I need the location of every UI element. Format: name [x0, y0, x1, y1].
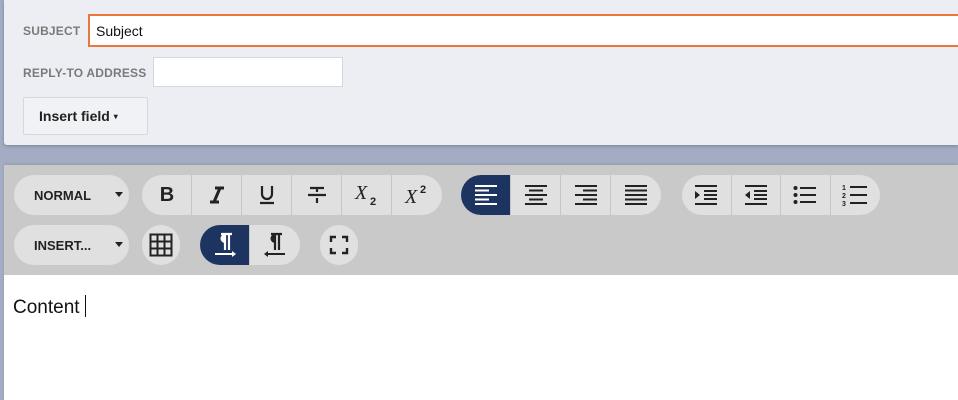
align-justify-icon: [625, 185, 647, 205]
text-style-group: B X2 X2: [142, 175, 442, 215]
editor-content-area[interactable]: Content: [13, 295, 86, 319]
bold-icon: B: [159, 185, 173, 205]
insert-dropdown-label: INSERT...: [34, 237, 92, 253]
underline-button[interactable]: [242, 175, 292, 215]
editor-toolbar: NORMAL B X2 X2 1 2 3 INSERT...: [4, 165, 958, 275]
numbered-list-button[interactable]: 123: [831, 175, 881, 215]
subscript-button[interactable]: X2: [342, 175, 392, 215]
fullscreen-button[interactable]: [320, 225, 358, 265]
svg-text:X: X: [404, 186, 418, 207]
list-indent-group: 123: [682, 175, 880, 215]
strikethrough-button[interactable]: [292, 175, 342, 215]
message-header-panel: SUBJECT REPLY-TO ADDRESS Insert field▾: [4, 0, 958, 145]
svg-text:1: 1: [842, 185, 846, 192]
ltr-direction-icon: [214, 232, 236, 257]
fullscreen-group: [320, 225, 358, 265]
text-direction-group: [200, 225, 300, 265]
subject-input[interactable]: [88, 14, 958, 47]
indent-button[interactable]: [682, 175, 732, 215]
insert-field-button[interactable]: Insert field ▾: [23, 97, 148, 135]
svg-text:2: 2: [370, 196, 376, 207]
strikethrough-icon: [307, 186, 326, 203]
align-left-button[interactable]: [461, 175, 511, 215]
italic-icon: [209, 186, 224, 204]
subject-label: SUBJECT: [23, 24, 81, 38]
chevron-down-icon: [115, 242, 123, 247]
svg-text:3: 3: [842, 201, 846, 207]
rich-text-editor: NORMAL B X2 X2 1 2 3 INSERT... Content: [4, 165, 958, 400]
svg-text:X: X: [354, 183, 368, 204]
reply-to-label: REPLY-TO ADDRESS: [23, 66, 147, 80]
table-group: [142, 225, 180, 265]
svg-text:2: 2: [420, 184, 426, 196]
bullet-list-icon: [793, 186, 817, 204]
outdent-button[interactable]: [732, 175, 781, 215]
align-center-button[interactable]: [511, 175, 561, 215]
align-left-icon: [474, 185, 497, 205]
svg-text:2: 2: [842, 193, 846, 200]
superscript-icon: X2: [404, 184, 426, 207]
underline-icon: [259, 186, 274, 205]
outdent-icon: [744, 185, 767, 205]
insert-field-label: Insert field: [39, 108, 110, 124]
align-justify-button[interactable]: [611, 175, 661, 215]
italic-button[interactable]: [192, 175, 242, 215]
fullscreen-icon: [329, 235, 349, 255]
insert-dropdown[interactable]: INSERT...: [14, 225, 129, 265]
rtl-direction-button[interactable]: [250, 225, 300, 265]
editor-content-text: Content: [13, 297, 80, 318]
superscript-button[interactable]: X2: [392, 175, 442, 215]
text-cursor: [84, 295, 86, 317]
rtl-direction-icon: [264, 232, 285, 257]
bullet-list-button[interactable]: [781, 175, 831, 215]
align-right-button[interactable]: [561, 175, 611, 215]
alignment-group: [461, 175, 661, 215]
insert-table-button[interactable]: [142, 225, 180, 265]
subscript-icon: X2: [354, 183, 376, 207]
caret-down-icon: ▾: [113, 112, 118, 121]
format-dropdown-label: NORMAL: [34, 187, 92, 203]
ltr-direction-button[interactable]: [200, 225, 250, 265]
reply-to-input[interactable]: [153, 57, 343, 87]
align-center-icon: [524, 185, 547, 205]
bold-button[interactable]: B: [142, 175, 192, 215]
chevron-down-icon: [115, 192, 123, 197]
svg-text:B: B: [159, 185, 173, 205]
numbered-list-icon: 123: [842, 185, 868, 207]
format-dropdown[interactable]: NORMAL: [14, 175, 129, 215]
table-icon: [149, 233, 173, 257]
align-right-icon: [574, 185, 597, 205]
indent-icon: [695, 185, 718, 205]
